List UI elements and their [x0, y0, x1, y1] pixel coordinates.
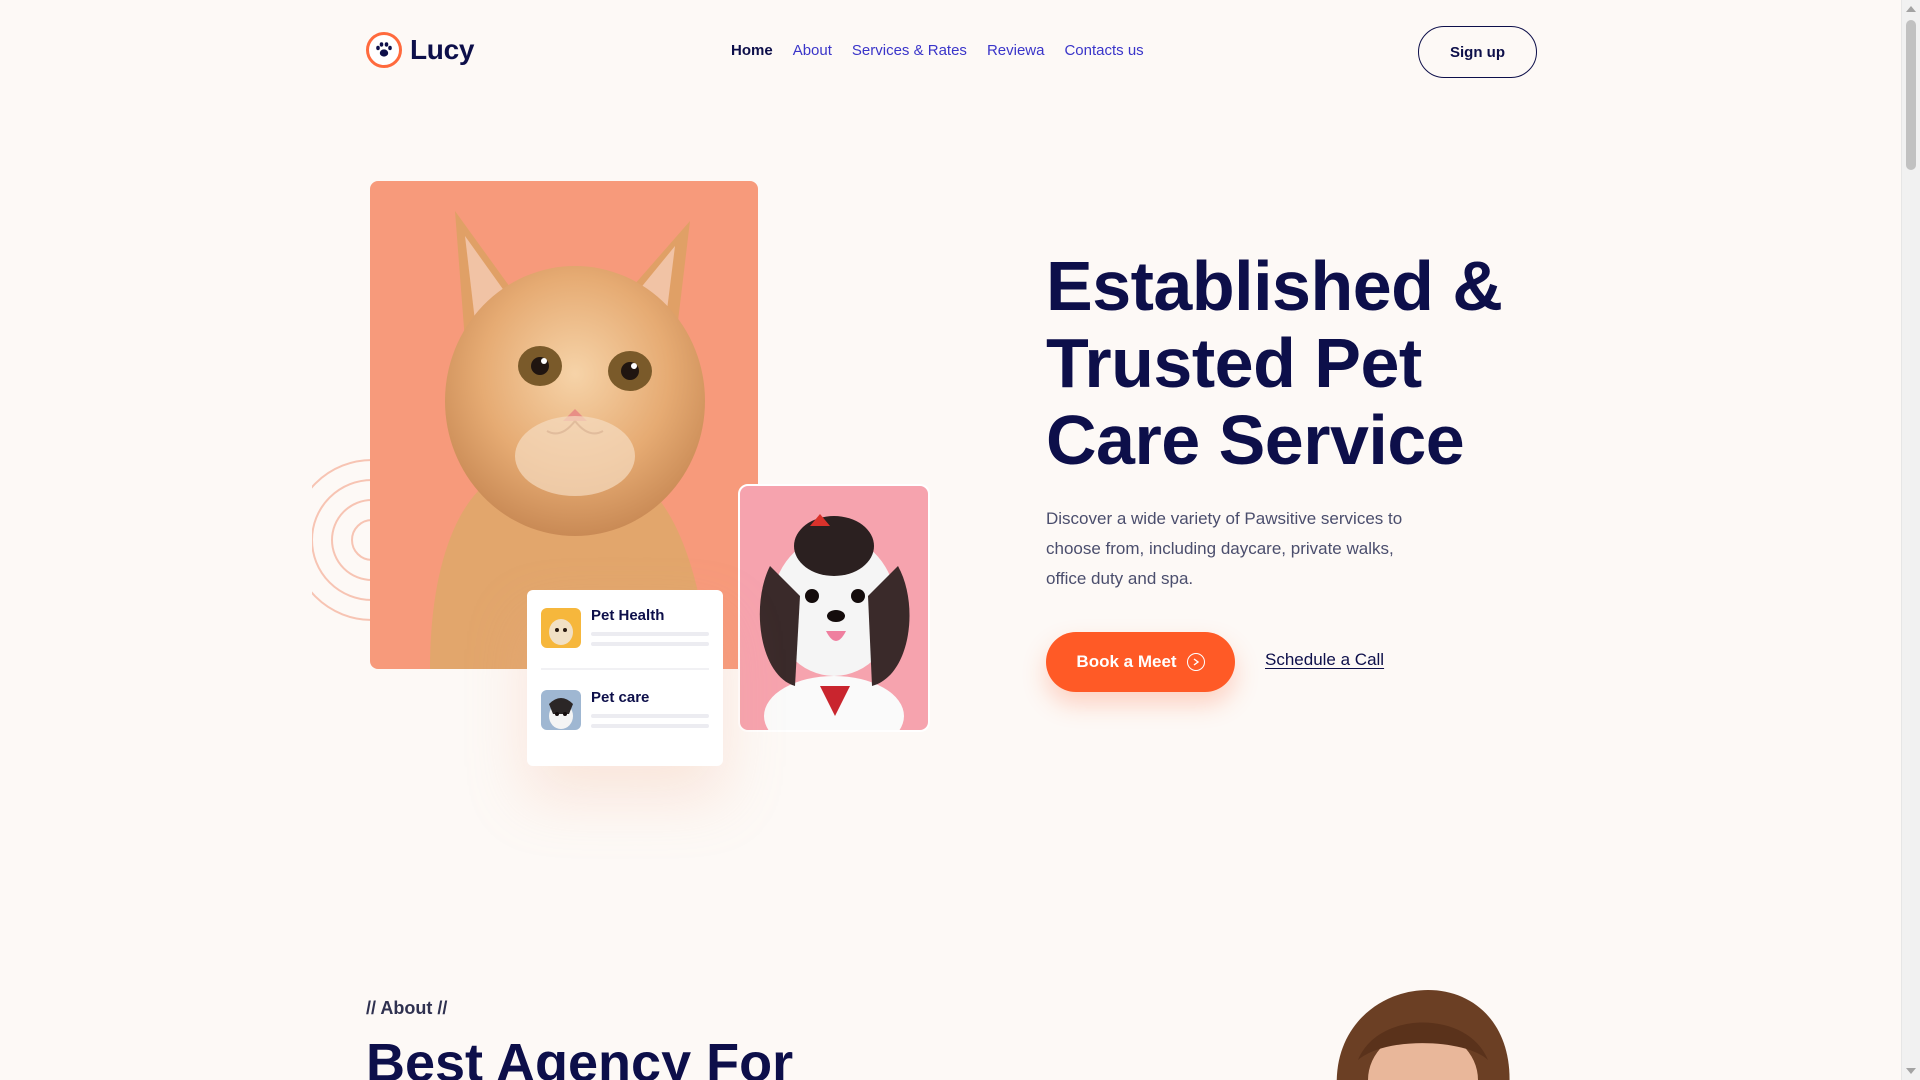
nav-home[interactable]: Home: [731, 42, 773, 59]
placeholder-line: [591, 724, 709, 728]
services-card: Pet Health Pet care: [527, 590, 723, 766]
logo-text: Lucy: [410, 34, 475, 65]
divider: [541, 668, 709, 670]
hero-description: Discover a wide variety of Pawsitive ser…: [1046, 509, 1403, 588]
dog-thumbnail-icon: [541, 608, 581, 648]
service-title: Pet Health: [591, 607, 665, 624]
book-meet-label: Book a Meet: [1076, 652, 1177, 671]
landing-page: Lucy Home About Services & Rates Reviewa…: [0, 0, 1901, 1080]
schedule-call-link[interactable]: Schedule a Call: [1265, 650, 1384, 670]
logo[interactable]: Lucy: [366, 32, 474, 68]
dog-photo: [759, 514, 910, 730]
scroll-down-icon[interactable]: [1906, 1068, 1916, 1074]
scroll-up-icon[interactable]: [1906, 6, 1916, 12]
hero-title-line: Trusted Pet: [1046, 324, 1422, 402]
service-item-pet-health[interactable]: Pet Health: [541, 607, 709, 648]
about-title: Best Agency For: [366, 1033, 794, 1080]
about-eyebrow: // About //: [366, 998, 448, 1018]
placeholder-line: [591, 642, 709, 646]
scrollbar-thumb[interactable]: [1906, 20, 1916, 170]
woman-photo: [1336, 990, 1510, 1080]
service-item-pet-care[interactable]: Pet care: [541, 689, 709, 730]
service-title: Pet care: [591, 689, 650, 706]
hero-title-line: Care Service: [1046, 401, 1465, 479]
scrollbar[interactable]: [1901, 0, 1920, 1080]
arrow-right-circle-icon: [1186, 653, 1205, 671]
book-meet-button[interactable]: Book a Meet: [1046, 632, 1235, 692]
placeholder-line: [591, 714, 709, 718]
dog-photo-card: [738, 484, 930, 732]
nav-services-rates[interactable]: Services & Rates: [852, 42, 967, 59]
main-nav: Home About Services & Rates Reviewa Cont…: [731, 42, 1144, 59]
nav-about[interactable]: About: [793, 42, 832, 59]
placeholder-line: [591, 632, 709, 636]
hero-title: Established & Trusted Pet Care Service: [1046, 248, 1566, 479]
signup-button[interactable]: Sign up: [1418, 26, 1537, 78]
decorative-stripes: [763, 198, 800, 288]
nav-contacts[interactable]: Contacts us: [1064, 42, 1143, 59]
hero-title-line: Established &: [1046, 247, 1503, 325]
puppy-thumbnail-icon: [541, 690, 581, 730]
nav-reviews[interactable]: Reviewa: [987, 42, 1045, 59]
paw-icon: [366, 32, 402, 68]
